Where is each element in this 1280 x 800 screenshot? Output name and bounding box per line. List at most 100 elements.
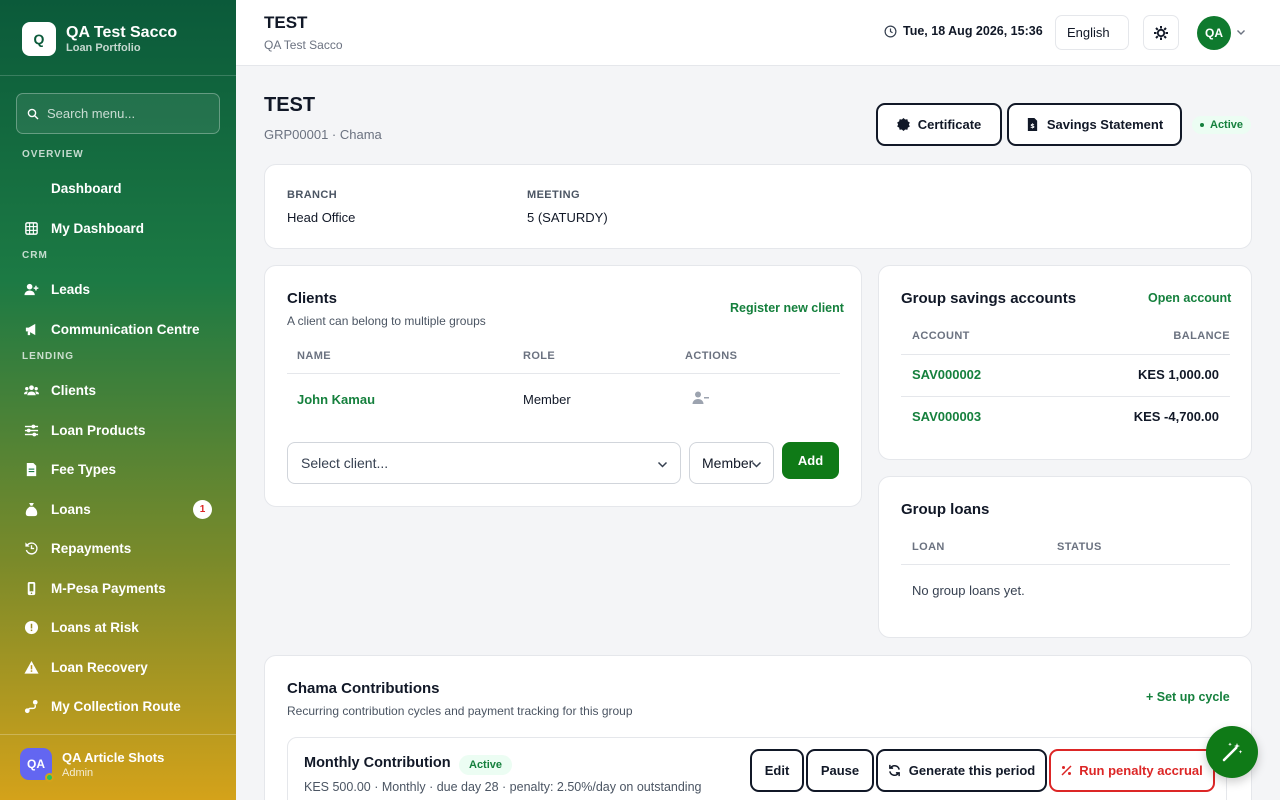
sidebar-search[interactable] (16, 93, 220, 134)
chevron-down-icon[interactable] (1236, 27, 1246, 37)
contributions-title: Chama Contributions (287, 680, 440, 697)
open-account-link[interactable]: Open account (1148, 291, 1231, 305)
role-select[interactable]: Member (689, 442, 774, 484)
sidebar-item-communication[interactable]: Communication Centre (22, 317, 218, 341)
cycle-details: KES 500.00 · Monthly · due day 28 · pena… (304, 780, 702, 794)
section-crm: CRM (22, 250, 48, 261)
divider (901, 564, 1230, 565)
branch-label: BRANCH (287, 189, 338, 201)
blank-icon (22, 179, 40, 197)
magic-wand-button[interactable] (1206, 726, 1258, 778)
column-header: BALANCE (1173, 330, 1230, 342)
warning-icon (22, 658, 40, 676)
theme-toggle-button[interactable] (1143, 15, 1179, 50)
sidebar-item-dashboard[interactable]: Dashboard (22, 176, 218, 200)
page-title: TEST (264, 94, 316, 116)
sidebar-item-label: Loans at Risk (51, 619, 139, 635)
section-overview: OVERVIEW (22, 149, 84, 160)
topbar-subtitle: QA Test Sacco (264, 38, 343, 52)
sidebar-item-label: Loan Recovery (51, 659, 148, 675)
sidebar-item-collection-route[interactable]: My Collection Route (22, 694, 218, 718)
group-loans-title: Group loans (901, 501, 990, 518)
divider (901, 396, 1230, 397)
section-lending: LENDING (22, 351, 74, 362)
avatar: QA (20, 748, 54, 782)
user-plus-icon (22, 280, 40, 298)
group-meta: GRP00001 · Chama (264, 127, 382, 142)
sidebar-item-label: Dashboard (51, 180, 122, 196)
empty-state: No group loans yet. (912, 583, 1025, 598)
route-icon (22, 697, 40, 715)
account-link[interactable]: SAV000002 (912, 367, 981, 382)
certificate-button[interactable]: Certificate (876, 103, 1002, 146)
sidebar-item-loan-recovery[interactable]: Loan Recovery (22, 655, 218, 679)
client-select[interactable]: Select client... (287, 442, 681, 484)
sidebar-item-loans[interactable]: Loans 1 (22, 497, 218, 521)
gear-icon (1154, 25, 1168, 40)
register-client-link[interactable]: Register new client (730, 301, 844, 315)
chevron-down-icon (657, 461, 668, 468)
badge-icon (896, 118, 910, 131)
remove-user-icon[interactable] (692, 390, 710, 406)
user-role: Admin (62, 766, 94, 779)
sidebar-item-repayments[interactable]: Repayments (22, 536, 218, 560)
column-header: NAME (297, 350, 331, 362)
grid-icon (22, 219, 40, 237)
sidebar-item-fee-types[interactable]: Fee Types (22, 457, 218, 481)
sidebar-item-mpesa[interactable]: M-Pesa Payments (22, 576, 218, 600)
sidebar-item-label: Leads (51, 281, 91, 297)
history-icon (22, 539, 40, 557)
meeting-value: 5 (SATURDY) (527, 210, 608, 225)
status-badge: Active (1192, 116, 1252, 134)
clients-title: Clients (287, 290, 338, 307)
column-header: STATUS (1057, 541, 1102, 553)
account-link[interactable]: SAV000003 (912, 409, 981, 424)
brand[interactable]: Q QA Test Sacco Loan Portfolio (22, 22, 177, 56)
sidebar-item-label: Clients (51, 382, 97, 398)
account-balance: KES 1,000.00 (1138, 367, 1219, 382)
divider (0, 734, 236, 735)
sidebar-item-loan-products[interactable]: Loan Products (22, 418, 218, 442)
setup-cycle-link[interactable]: + Set up cycle (1146, 690, 1230, 704)
brand-logo: Q (22, 22, 56, 56)
edit-button[interactable]: Edit (750, 749, 804, 792)
account-balance: KES -4,700.00 (1133, 409, 1219, 424)
savings-statement-button[interactable]: $ Savings Statement (1007, 103, 1182, 146)
alert-circle-icon (22, 618, 40, 636)
client-role: Member (523, 392, 571, 407)
divider (0, 75, 236, 76)
pause-button[interactable]: Pause (806, 749, 874, 792)
savings-title: Group savings accounts (901, 290, 1077, 307)
percent-icon (1061, 765, 1072, 776)
datetime-text: Tue, 18 Aug 2026, 15:36 (903, 24, 1043, 38)
sidebar-user[interactable]: QA QA Article Shots Admin (20, 748, 164, 782)
column-header: LOAN (912, 541, 945, 553)
avatar[interactable]: QA (1197, 16, 1231, 50)
search-input[interactable] (47, 106, 207, 121)
sidebar-item-label: Communication Centre (51, 321, 200, 337)
language-select[interactable]: English (1055, 15, 1129, 50)
column-header: ROLE (523, 350, 556, 362)
cycle-name: Monthly Contribution (304, 755, 451, 771)
sidebar-item-leads[interactable]: Leads (22, 277, 218, 301)
brand-title: QA Test Sacco (66, 24, 178, 41)
sidebar-item-clients[interactable]: Clients (22, 378, 218, 402)
group-loans-card: Group loans LOAN STATUS No group loans y… (878, 476, 1252, 638)
run-penalty-button[interactable]: Run penalty accrual (1049, 749, 1215, 792)
sidebar-item-my-dashboard[interactable]: My Dashboard (22, 216, 218, 240)
brand-subtitle: Loan Portfolio (66, 42, 141, 54)
column-header: ACCOUNT (912, 330, 970, 342)
refresh-icon (888, 764, 900, 777)
clock-icon (884, 25, 897, 37)
sidebar-item-label: Repayments (51, 540, 132, 556)
contributions-subtitle: Recurring contribution cycles and paymen… (287, 704, 633, 718)
sidebar-item-label: Loan Products (51, 422, 146, 438)
megaphone-icon (22, 320, 40, 338)
document-icon (22, 460, 40, 478)
add-client-button[interactable]: Add (782, 442, 839, 479)
client-name-link[interactable]: John Kamau (297, 392, 375, 407)
meeting-label: MEETING (527, 189, 580, 201)
generate-period-button[interactable]: Generate this period (876, 749, 1047, 792)
datetime: Tue, 18 Aug 2026, 15:36 (884, 24, 1043, 38)
sidebar-item-loans-at-risk[interactable]: Loans at Risk (22, 615, 218, 639)
